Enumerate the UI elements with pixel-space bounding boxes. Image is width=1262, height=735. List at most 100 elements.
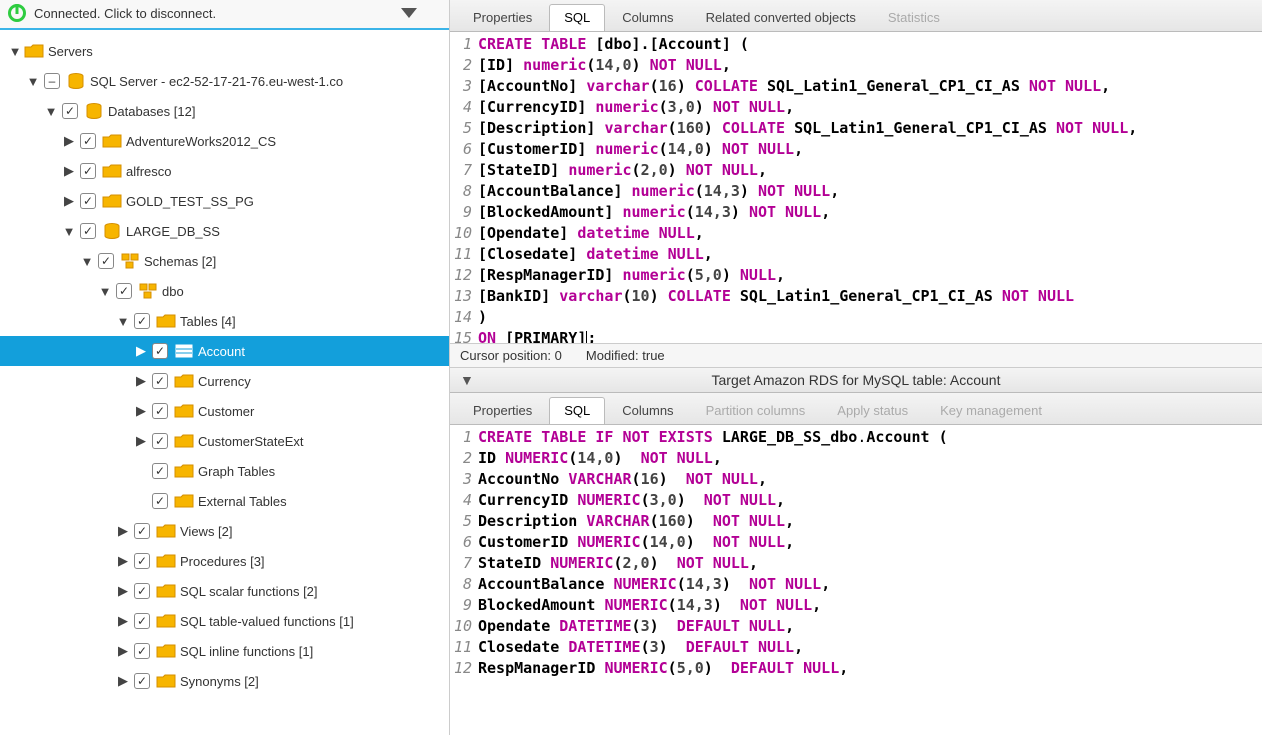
expand-arrow[interactable]: ▶ [116,553,130,569]
code-text[interactable]: CREATE TABLE IF NOT EXISTS LARGE_DB_SS_d… [478,427,948,448]
code-line[interactable]: 12[RespManagerID] numeric(5,0) NULL, [450,265,1262,286]
checkbox[interactable] [80,193,96,209]
checkbox[interactable] [80,163,96,179]
filter-icon[interactable] [401,8,417,18]
tree-item-schemas[interactable]: ▼Schemas [2] [0,246,449,276]
tree-item-tv-fn[interactable]: ▶SQL table-valued functions [1] [0,606,449,636]
code-line[interactable]: 15ON [PRIMARY]; [450,328,1262,343]
code-line[interactable]: 5[Description] varchar(160) COLLATE SQL_… [450,118,1262,139]
checkbox[interactable] [80,223,96,239]
code-text[interactable]: CREATE TABLE [dbo].[Account] ( [478,34,749,55]
expand-arrow[interactable]: ▶ [134,403,148,419]
tab-properties-top[interactable]: Properties [458,4,547,31]
tree-item-servers[interactable]: ▼Servers [0,36,449,66]
code-text[interactable]: ID NUMERIC(14,0) NOT NULL, [478,448,722,469]
code-text[interactable]: [AccountBalance] numeric(14,3) NOT NULL, [478,181,839,202]
expand-arrow[interactable]: ▶ [116,673,130,689]
expand-arrow[interactable]: ▶ [134,433,148,449]
code-line[interactable]: 6[CustomerID] numeric(14,0) NOT NULL, [450,139,1262,160]
tab-properties-bottom[interactable]: Properties [458,397,547,424]
expand-arrow[interactable]: ▶ [134,373,148,389]
expand-arrow[interactable]: ▶ [62,133,76,149]
code-line[interactable]: 4CurrencyID NUMERIC(3,0) NOT NULL, [450,490,1262,511]
code-line[interactable]: 14) [450,307,1262,328]
code-text[interactable]: Closedate DATETIME(3) DEFAULT NULL, [478,637,803,658]
tree-item-db-large[interactable]: ▼LARGE_DB_SS [0,216,449,246]
checkbox[interactable] [152,493,168,509]
checkbox[interactable] [152,463,168,479]
code-line[interactable]: 5Description VARCHAR(160) NOT NULL, [450,511,1262,532]
expand-arrow[interactable]: ▶ [116,643,130,659]
tree-item-db-alfresco[interactable]: ▶alfresco [0,156,449,186]
tab-related-top[interactable]: Related converted objects [691,4,871,31]
tree-item-table-account[interactable]: ▶Account [0,336,449,366]
code-text[interactable]: [ID] numeric(14,0) NOT NULL, [478,55,731,76]
checkbox[interactable] [134,553,150,569]
tree-item-views[interactable]: ▶Views [2] [0,516,449,546]
checkbox[interactable] [134,583,150,599]
code-line[interactable]: 11Closedate DATETIME(3) DEFAULT NULL, [450,637,1262,658]
checkbox[interactable] [116,283,132,299]
checkbox[interactable] [98,253,114,269]
code-line[interactable]: 1CREATE TABLE IF NOT EXISTS LARGE_DB_SS_… [450,427,1262,448]
code-text[interactable]: [RespManagerID] numeric(5,0) NULL, [478,265,785,286]
checkbox[interactable] [134,523,150,539]
tree-item-synonyms[interactable]: ▶Synonyms [2] [0,666,449,696]
tree-item-scalar-fn[interactable]: ▶SQL scalar functions [2] [0,576,449,606]
tree-item-inline-fn[interactable]: ▶SQL inline functions [1] [0,636,449,666]
code-line[interactable]: 8AccountBalance NUMERIC(14,3) NOT NULL, [450,574,1262,595]
target-sql-editor[interactable]: 1CREATE TABLE IF NOT EXISTS LARGE_DB_SS_… [450,425,1262,735]
code-text[interactable]: BlockedAmount NUMERIC(14,3) NOT NULL, [478,595,821,616]
code-line[interactable]: 3[AccountNo] varchar(16) COLLATE SQL_Lat… [450,76,1262,97]
code-text[interactable]: [Opendate] datetime NULL, [478,223,704,244]
power-icon[interactable] [8,4,26,22]
code-line[interactable]: 4[CurrencyID] numeric(3,0) NOT NULL, [450,97,1262,118]
checkbox[interactable] [152,433,168,449]
code-line[interactable]: 7StateID NUMERIC(2,0) NOT NULL, [450,553,1262,574]
code-line[interactable]: 8[AccountBalance] numeric(14,3) NOT NULL… [450,181,1262,202]
code-line[interactable]: 1CREATE TABLE [dbo].[Account] ( [450,34,1262,55]
tree-item-databases[interactable]: ▼Databases [12] [0,96,449,126]
code-text[interactable]: Opendate DATETIME(3) DEFAULT NULL, [478,616,794,637]
expand-arrow[interactable]: ▼ [62,224,76,239]
tab-columns-top[interactable]: Columns [607,4,688,31]
checkbox[interactable] [152,373,168,389]
code-line[interactable]: 10Opendate DATETIME(3) DEFAULT NULL, [450,616,1262,637]
code-text[interactable]: CurrencyID NUMERIC(3,0) NOT NULL, [478,490,785,511]
tree-item-external-tables[interactable]: External Tables [0,486,449,516]
target-header[interactable]: ▼ Target Amazon RDS for MySQL table: Acc… [450,368,1262,393]
tab-sql-bottom[interactable]: SQL [549,397,605,424]
code-text[interactable]: ON [PRIMARY]; [478,328,596,343]
code-text[interactable]: [Description] varchar(160) COLLATE SQL_L… [478,118,1137,139]
tree-item-procedures[interactable]: ▶Procedures [3] [0,546,449,576]
expand-arrow[interactable]: ▼ [116,314,130,329]
source-sql-editor[interactable]: 1CREATE TABLE [dbo].[Account] (2[ID] num… [450,32,1262,343]
code-line[interactable]: 9[BlockedAmount] numeric(14,3) NOT NULL, [450,202,1262,223]
tree-item-schema-dbo[interactable]: ▼dbo [0,276,449,306]
checkbox[interactable] [62,103,78,119]
code-line[interactable]: 10[Opendate] datetime NULL, [450,223,1262,244]
code-text[interactable]: StateID NUMERIC(2,0) NOT NULL, [478,553,758,574]
code-text[interactable]: [AccountNo] varchar(16) COLLATE SQL_Lati… [478,76,1110,97]
code-text[interactable]: [CustomerID] numeric(14,0) NOT NULL, [478,139,803,160]
tab-sql-top[interactable]: SQL [549,4,605,31]
expand-arrow[interactable]: ▼ [98,284,112,299]
connection-status[interactable]: Connected. Click to disconnect. [34,6,401,21]
tab-columns-bottom[interactable]: Columns [607,397,688,424]
code-text[interactable]: ) [478,307,487,328]
expand-arrow[interactable]: ▼ [8,44,22,59]
tree-item-table-cse[interactable]: ▶CustomerStateExt [0,426,449,456]
code-text[interactable]: CustomerID NUMERIC(14,0) NOT NULL, [478,532,794,553]
code-text[interactable]: AccountBalance NUMERIC(14,3) NOT NULL, [478,574,830,595]
code-line[interactable]: 12RespManagerID NUMERIC(5,0) DEFAULT NUL… [450,658,1262,679]
object-tree[interactable]: ▼Servers▼SQL Server - ec2-52-17-21-76.eu… [0,30,449,735]
code-line[interactable]: 2[ID] numeric(14,0) NOT NULL, [450,55,1262,76]
tree-item-table-currency[interactable]: ▶Currency [0,366,449,396]
checkbox[interactable] [44,73,60,89]
checkbox[interactable] [152,403,168,419]
code-line[interactable]: 6CustomerID NUMERIC(14,0) NOT NULL, [450,532,1262,553]
tree-item-db-gold[interactable]: ▶GOLD_TEST_SS_PG [0,186,449,216]
expand-arrow[interactable]: ▼ [44,104,58,119]
code-text[interactable]: [BlockedAmount] numeric(14,3) NOT NULL, [478,202,830,223]
code-text[interactable]: Description VARCHAR(160) NOT NULL, [478,511,794,532]
